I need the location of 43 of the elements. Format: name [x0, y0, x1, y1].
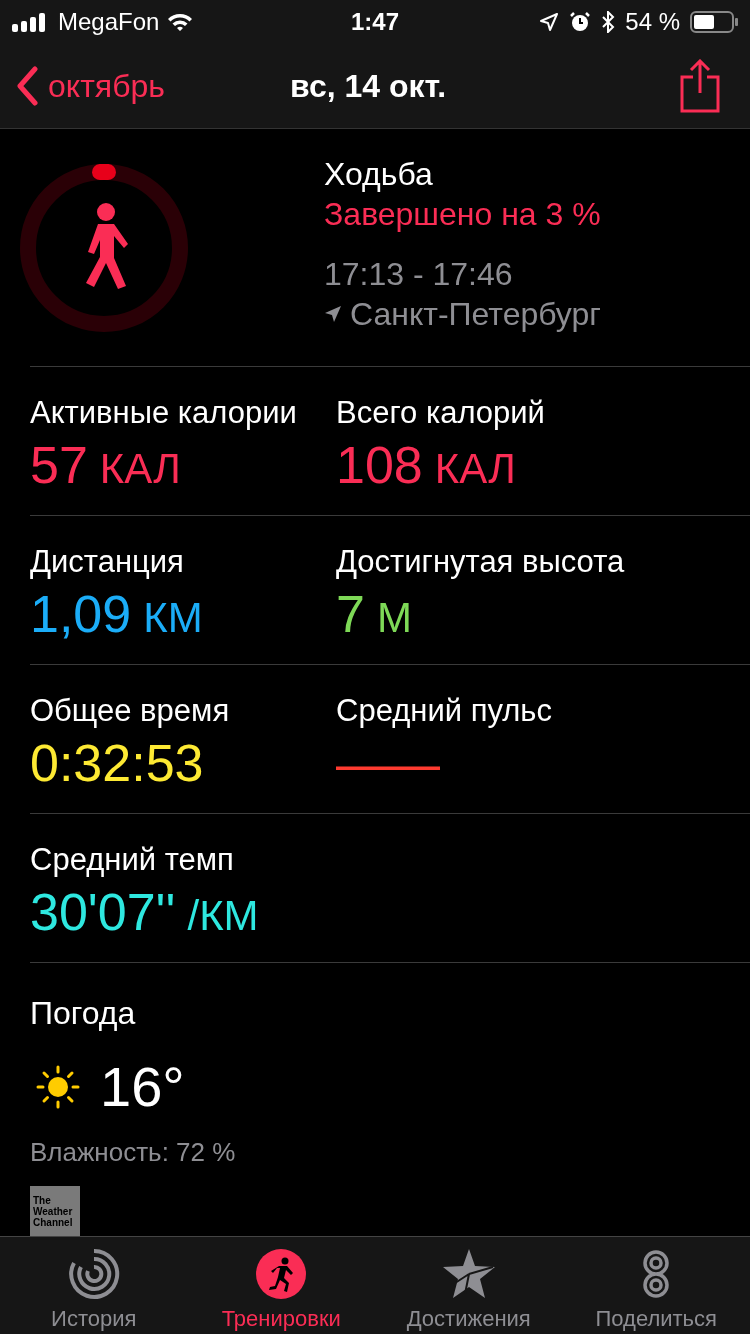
tab-item[interactable]: Достижения — [375, 1237, 563, 1334]
metric-label: Всего калорий — [336, 394, 546, 432]
weather-channel-logo: The Weather Channel — [30, 1186, 80, 1236]
humidity-text: Влажность: 72 % — [30, 1136, 237, 1169]
nav-title: вс, 14 окт. — [290, 67, 447, 106]
battery-percent: 54 % — [625, 7, 680, 37]
share-icon[interactable] — [680, 59, 720, 113]
metric-value: 0:32:53 — [30, 733, 205, 794]
alarm-clock-icon — [569, 11, 592, 33]
workout-name: Ходьба — [324, 154, 434, 194]
metric-label: Общее время — [30, 692, 231, 730]
metric-value: 1,09 КМ — [30, 584, 204, 645]
progress-text: Завершено на 3 % — [324, 194, 601, 234]
wifi-icon — [167, 12, 194, 32]
bluetooth-icon — [601, 11, 616, 33]
clock-time: 1:47 — [350, 7, 399, 37]
metric-value: 108 КАЛ — [336, 435, 517, 496]
location-arrow-icon — [324, 304, 342, 323]
location-arrow-icon — [539, 12, 560, 32]
metric-label: Достигнутая высота — [336, 543, 626, 581]
battery-icon — [690, 10, 738, 34]
tab-item[interactable]: Поделиться — [562, 1237, 750, 1334]
back-button[interactable]: октябрь — [16, 62, 165, 110]
running-figure-icon — [255, 1248, 308, 1300]
metric-value: —— — [336, 733, 441, 794]
chevron-left-icon — [16, 66, 38, 106]
location-text: Санкт-Петербург — [350, 294, 601, 334]
temperature-text: 16° — [100, 1054, 185, 1120]
sun-icon — [36, 1065, 80, 1109]
tab-item[interactable]: Тренировки — [187, 1237, 375, 1334]
carrier-name: MegaFon — [58, 7, 160, 37]
metric-label: Средний пульс — [336, 692, 553, 730]
tab-item[interactable]: История — [0, 1237, 188, 1334]
rings-icon — [67, 1248, 120, 1300]
metric-value: 7 М — [336, 584, 413, 645]
metric-label: Дистанция — [30, 543, 185, 581]
metric-value: 57 КАЛ — [30, 435, 182, 496]
weather-label: Погода — [30, 994, 137, 1033]
star-icon — [441, 1248, 496, 1300]
metric-label: Средний темп — [30, 841, 235, 879]
time-range: 17:13 - 17:46 — [324, 254, 514, 294]
metric-value: 30'07'' /КМ — [30, 882, 260, 943]
metric-label: Активные калории — [30, 394, 298, 432]
